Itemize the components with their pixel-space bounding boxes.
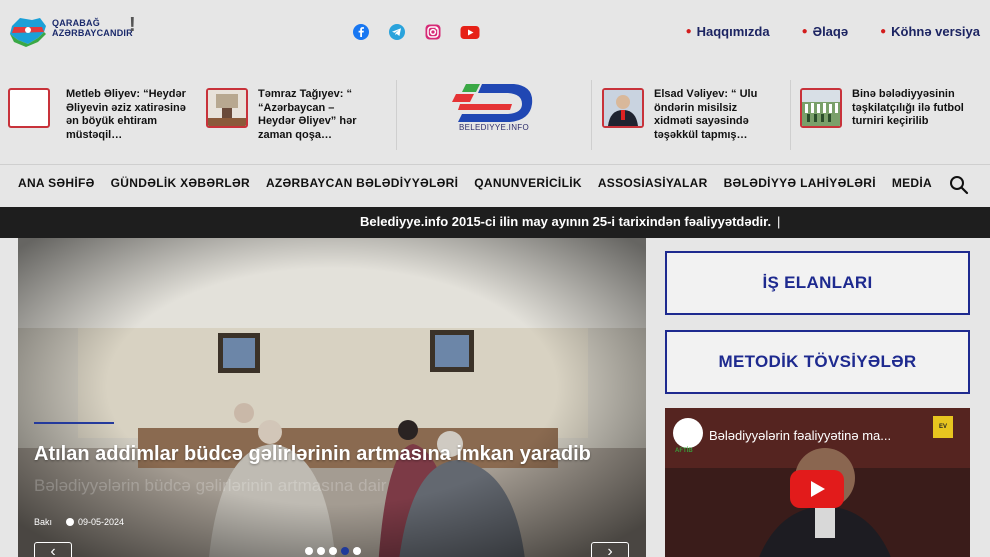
about-link[interactable]: ● Haqqımızda (686, 24, 770, 39)
bullet-icon: ● (685, 26, 692, 37)
news-title: Metleb Əliyev: “Heydər Əliyevin əziz xat… (66, 88, 186, 141)
clock-icon (66, 518, 75, 526)
instagram-icon[interactable] (424, 23, 442, 41)
nav-item-daily-news[interactable]: GÜNDƏLİK XƏBƏRLƏR (111, 176, 250, 190)
news-thumbnail (206, 88, 248, 128)
slider-dot[interactable] (305, 547, 313, 555)
nav-item-municipalities[interactable]: AZƏRBAYCAN BƏLƏDİYYƏLƏRİ (266, 176, 458, 190)
logo-text: QARABAĞ AZƏRBAYCANDIR (52, 18, 133, 38)
nav-item-media[interactable]: MEDİA (892, 176, 932, 190)
slider-dots (305, 547, 361, 555)
divider (396, 80, 397, 150)
slide-title[interactable]: Atılan addimlar büdcə gəlirlərinin artma… (34, 443, 591, 466)
old-version-link-label: Köhnə versiya (891, 24, 980, 39)
ticker-cursor: | (777, 214, 781, 229)
nav-top-divider (0, 164, 990, 165)
news-item[interactable]: Təmraz Tağıyev: “ “Azərbaycan – Heydər Ə… (206, 88, 381, 142)
play-icon[interactable] (790, 470, 844, 508)
channel-badge: ЕV (933, 416, 953, 438)
site-logo[interactable]: QARABAĞ AZƏRBAYCANDIR ! (8, 14, 140, 50)
slide-date: 09-05-2024 (78, 517, 125, 527)
slider-dot[interactable] (317, 547, 325, 555)
logo-line-1: QARABAĞ (52, 18, 100, 28)
slider-dot[interactable] (329, 547, 337, 555)
search-icon[interactable] (949, 175, 969, 195)
news-thumbnail (800, 88, 842, 128)
channel-logo (673, 418, 703, 448)
top-links: ● Haqqımızda ● Əlaqə ● Köhnə versiya (686, 24, 980, 39)
divider (591, 80, 592, 150)
slide-accent-line (34, 422, 114, 424)
bullet-icon: ● (801, 26, 808, 37)
bullet-icon: ● (880, 26, 887, 37)
news-thumbnail (8, 88, 50, 128)
video-title[interactable]: Bələdiyyələrin fəaliyyətinə ma... (709, 428, 891, 443)
top-bar: QARABAĞ AZƏRBAYCANDIR ! ● Haqqımızda ● Əla… (0, 0, 990, 64)
news-thumbnail (602, 88, 644, 128)
job-ads-button[interactable]: İŞ ELANLARI (665, 251, 970, 315)
nav-item-projects[interactable]: BƏLƏDİYYƏ LAHİYƏLƏRİ (724, 176, 876, 190)
nav-item-legislation[interactable]: QANUNVERİCİLİK (474, 176, 582, 190)
center-logo-text: BELEDIYYE.INFO (459, 123, 529, 132)
logo-exclamation: ! (129, 14, 136, 36)
facebook-icon[interactable] (352, 23, 370, 41)
main-slider[interactable]: Atılan addimlar büdcə gəlirlərinin artma… (18, 238, 646, 557)
old-version-link[interactable]: ● Köhnə versiya (880, 24, 980, 39)
azerbaijan-map-logo-icon (10, 18, 46, 47)
slide-excerpt: Bələdiyyələrin büdcə gəlirlərinin artmas… (34, 476, 387, 495)
news-item[interactable]: Binə bələdiyyəsinin təşkilatçılığı ilə f… (800, 88, 980, 129)
channel-logo-text: AFTİB (675, 448, 693, 454)
beledyye-logo-icon (452, 84, 533, 122)
news-photo (208, 90, 246, 126)
social-links (352, 23, 480, 41)
news-title: Elsad Vəliyev: “ Ulu öndərin misilsiz xi… (654, 88, 758, 141)
slider-next-button[interactable]: › (591, 542, 629, 557)
logo-line-2: AZƏRBAYCANDIR (52, 28, 133, 38)
divider (790, 80, 791, 150)
youtube-icon[interactable] (460, 23, 480, 41)
slider-prev-button[interactable]: ‹ (34, 542, 72, 557)
news-photo (802, 90, 840, 126)
telegram-icon[interactable] (388, 23, 406, 41)
main-nav: ANA SƏHİFƏ GÜNDƏLİK XƏBƏRLƏR AZƏRBAYCAN … (18, 176, 932, 190)
slide-location: Bakı (34, 517, 53, 527)
news-title: Binə bələdiyyəsinin təşkilatçılığı ilə f… (852, 88, 964, 127)
news-item[interactable]: Elsad Vəliyev: “ Ulu öndərin misilsiz xi… (602, 88, 777, 142)
news-photo (604, 90, 642, 126)
news-ticker: Belediyye.info 2015-ci ilin may ayının 2… (0, 207, 990, 238)
news-strip: Metleb Əliyev: “Heydər Əliyevin əziz xat… (0, 80, 990, 150)
slide-photo (18, 238, 646, 557)
ticker-text: Belediyye.info 2015-ci ilin may ayının 2… (360, 214, 772, 229)
methodical-recommendations-button[interactable]: METODİK TÖVSİYƏLƏR (665, 330, 970, 394)
video-embed[interactable]: AFTİB Bələdiyyələrin fəaliyyətinə ma... … (665, 408, 970, 557)
slide-meta: Bakı 09-05-2024 (34, 517, 124, 527)
nav-item-home[interactable]: ANA SƏHİFƏ (18, 176, 95, 190)
news-item[interactable]: Metleb Əliyev: “Heydər Əliyevin əziz xat… (8, 88, 193, 142)
slider-dot[interactable] (353, 547, 361, 555)
news-title: Təmraz Tağıyev: “ “Azərbaycan – Heydər Ə… (258, 88, 357, 141)
slider-dot-active[interactable] (341, 547, 349, 555)
contact-link[interactable]: ● Əlaqə (802, 24, 849, 39)
about-link-label: Haqqımızda (696, 24, 770, 39)
slide-date-wrap: 09-05-2024 (66, 517, 124, 527)
nav-item-associations[interactable]: ASSOSİASİYALAR (598, 176, 708, 190)
beledyye-info-logo[interactable]: BELEDIYYE.INFO (452, 80, 536, 134)
contact-link-label: Əlaqə (812, 24, 849, 39)
